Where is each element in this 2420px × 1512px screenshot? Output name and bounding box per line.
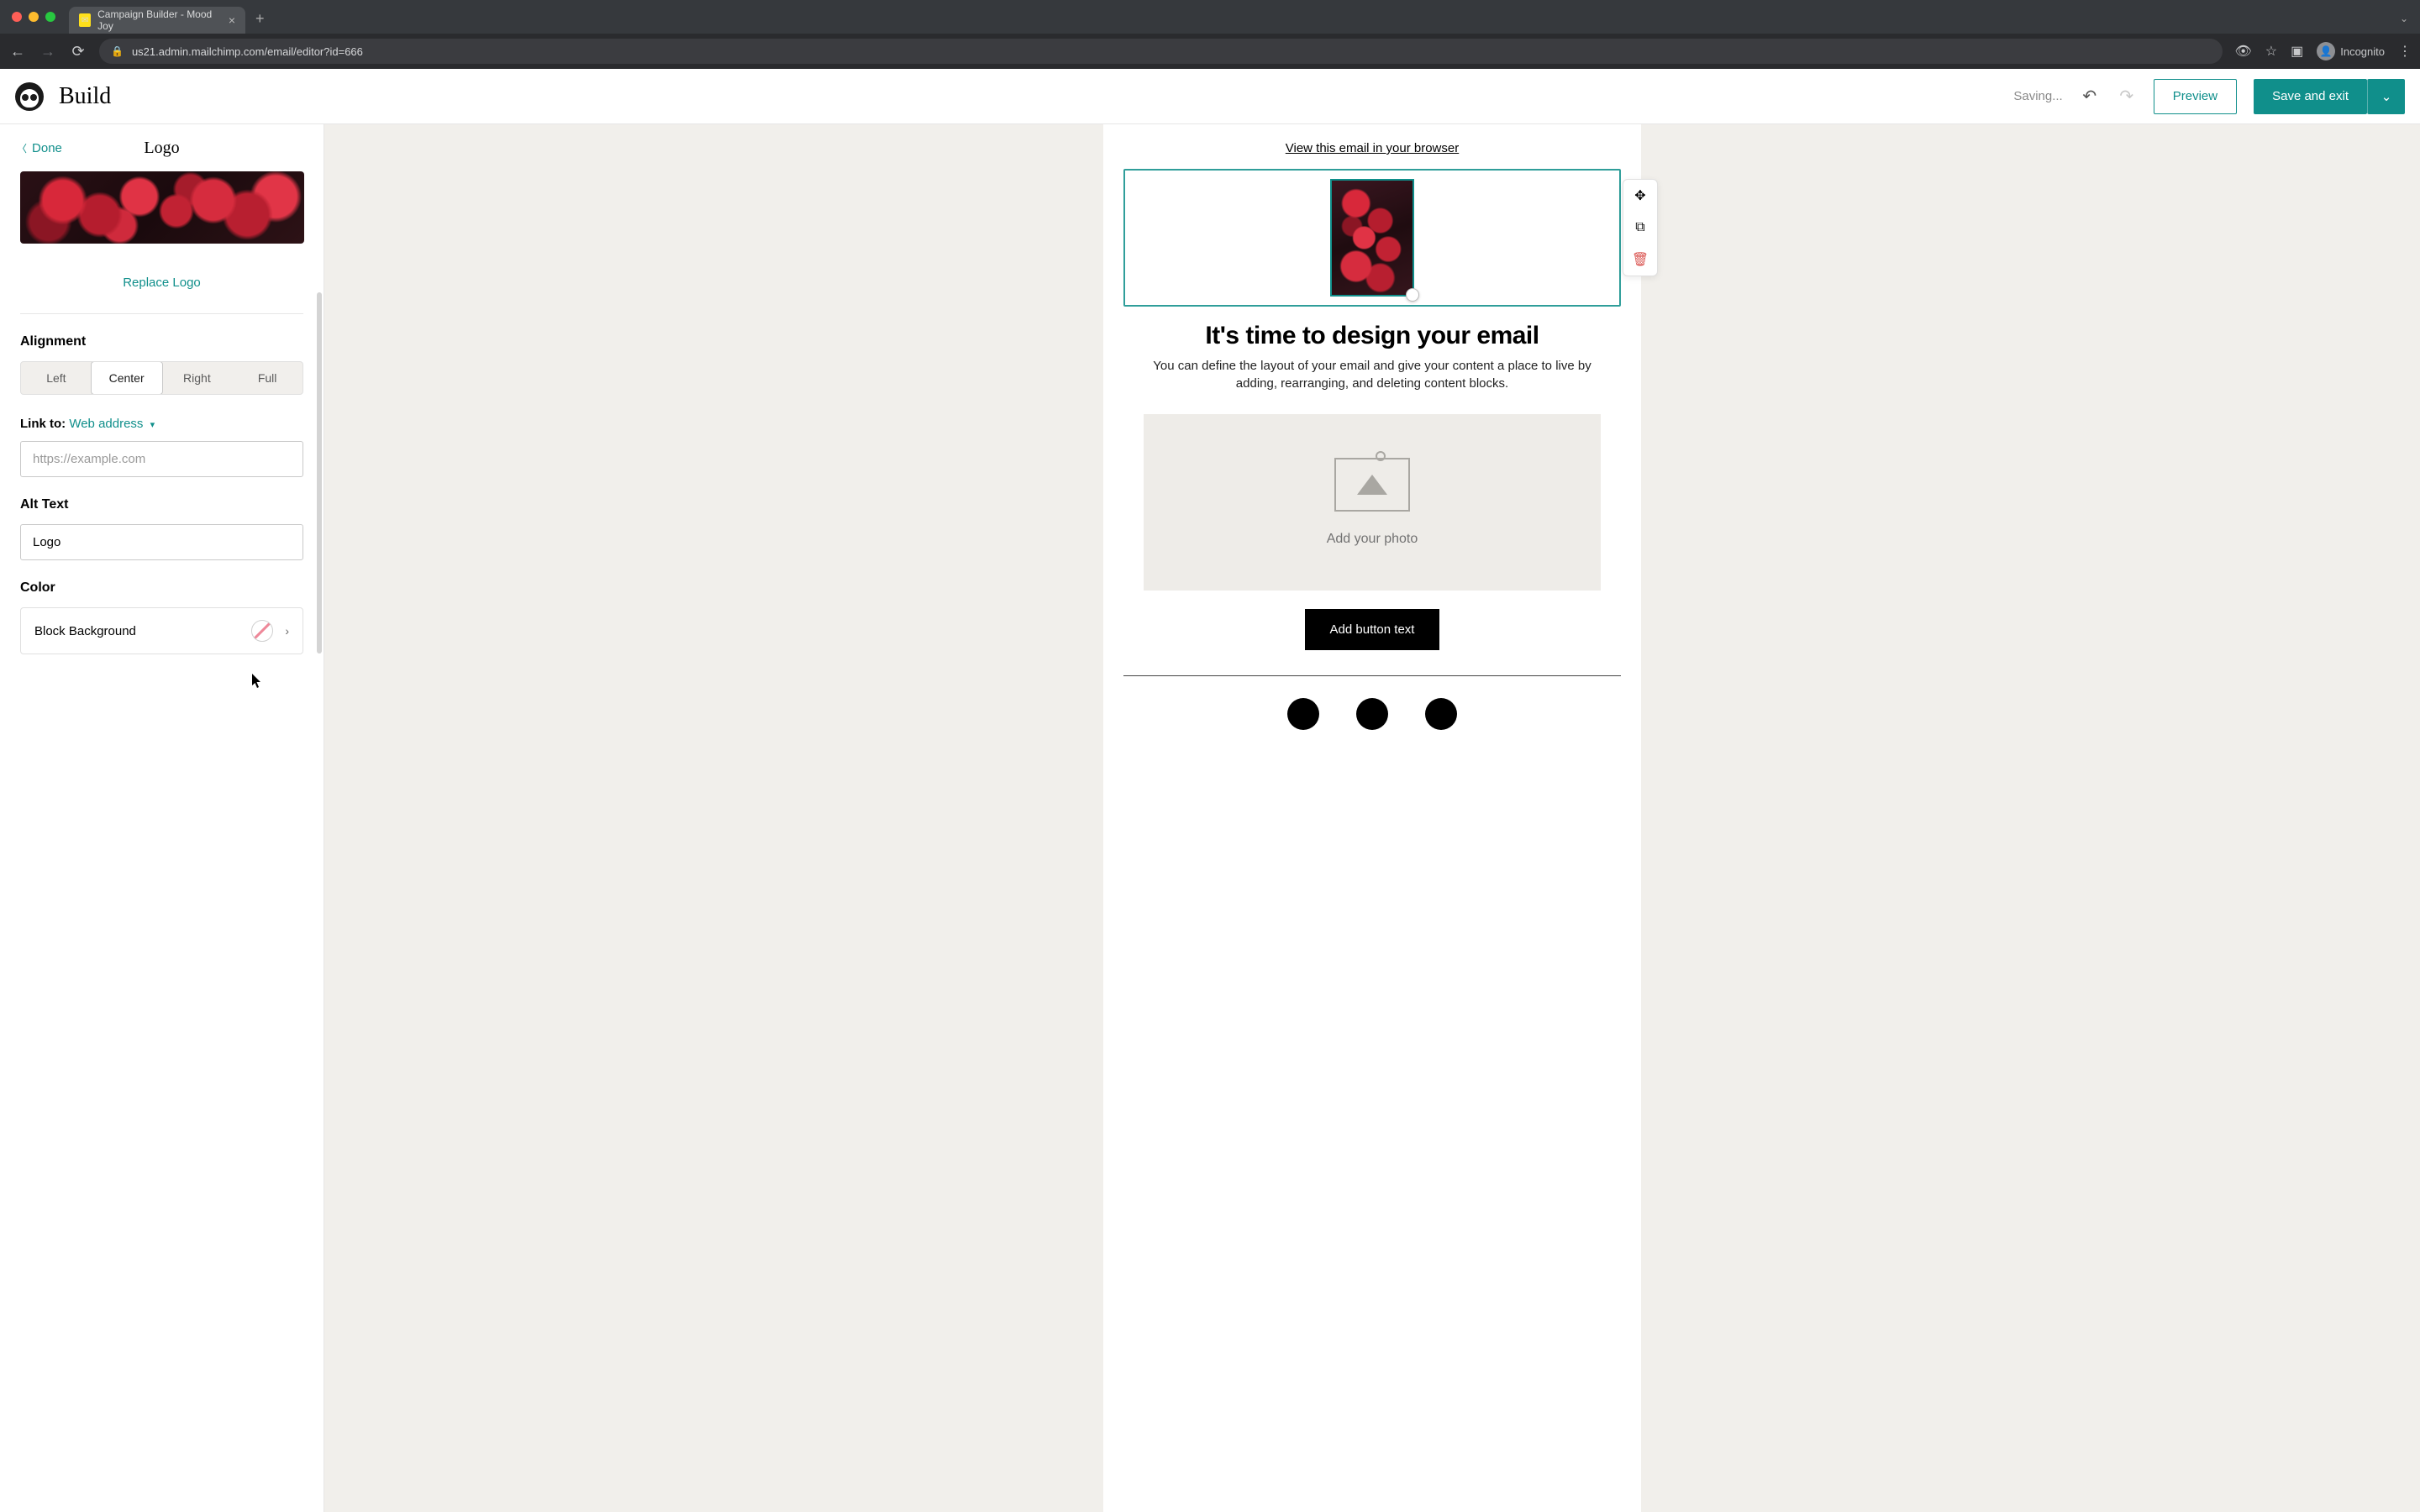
color-swatch-none-icon — [251, 620, 273, 642]
color-label: Color — [20, 580, 303, 596]
redo-button[interactable]: ↷ — [2117, 86, 2137, 107]
email-subhead[interactable]: You can define the layout of your email … — [1145, 357, 1599, 392]
maximize-window-button[interactable] — [45, 12, 55, 22]
flowers-image — [1332, 181, 1413, 295]
delete-block-button[interactable]: 🗑 — [1623, 244, 1657, 276]
duplicate-icon: ⧉ — [1635, 220, 1644, 235]
browser-tab[interactable]: ✉ Campaign Builder - Mood Joy × — [69, 7, 245, 34]
bookmark-icon[interactable]: ☆ — [2265, 43, 2277, 60]
preview-button[interactable]: Preview — [2154, 79, 2237, 114]
url-text: us21.admin.mailchimp.com/email/editor?id… — [132, 45, 363, 58]
scrollbar[interactable] — [317, 292, 322, 654]
facebook-icon[interactable] — [1287, 698, 1319, 730]
url-bar[interactable]: 🔒 us21.admin.mailchimp.com/email/editor?… — [99, 39, 2223, 64]
lock-icon: 🔒 — [111, 45, 124, 57]
logo-image[interactable] — [1330, 179, 1414, 297]
linkto-label: Link to: — [20, 417, 66, 431]
flowers-image — [20, 171, 304, 244]
save-exit-button[interactable]: Save and exit — [2254, 79, 2367, 114]
tabs-chevron-icon[interactable]: ⌄ — [2400, 13, 2408, 24]
mailchimp-logo-icon[interactable] — [15, 82, 44, 111]
trash-icon: 🗑 — [1632, 251, 1649, 268]
alt-text-input[interactable] — [20, 524, 303, 560]
divider — [20, 313, 303, 314]
align-full-option[interactable]: Full — [232, 362, 302, 394]
profile-label: Incognito — [2340, 45, 2385, 58]
editor-sidebar: 〈 Done Logo Replace Logo Alignment Left … — [0, 124, 324, 1512]
logo-thumbnail[interactable] — [20, 171, 304, 244]
app-header: Build Saving... ↶ ↷ Preview Save and exi… — [0, 69, 2420, 124]
chevron-right-icon: › — [285, 624, 289, 638]
tab-favicon: ✉ — [79, 13, 91, 27]
minimize-window-button[interactable] — [29, 12, 39, 22]
email-content: View this email in your browser ✥ ⧉ 🗑 It… — [1103, 124, 1641, 1512]
email-canvas[interactable]: View this email in your browser ✥ ⧉ 🗑 It… — [324, 124, 2420, 1512]
forward-button[interactable]: → — [39, 43, 57, 60]
block-toolbar: ✥ ⧉ 🗑 — [1623, 179, 1658, 276]
done-button[interactable]: 〈 Done — [17, 141, 62, 155]
align-left-option[interactable]: Left — [21, 362, 92, 394]
incognito-icon: 👤 — [2317, 42, 2335, 60]
twitter-icon[interactable] — [1425, 698, 1457, 730]
instagram-icon[interactable] — [1356, 698, 1388, 730]
new-tab-button[interactable]: + — [255, 10, 265, 28]
linkto-value: Web address — [69, 417, 143, 431]
replace-logo-link[interactable]: Replace Logo — [20, 264, 303, 313]
undo-button[interactable]: ↶ — [2080, 86, 2100, 107]
back-button[interactable]: ← — [8, 43, 27, 60]
block-background-row[interactable]: Block Background › — [20, 607, 303, 654]
panel-title: Logo — [144, 139, 179, 158]
chevron-down-icon: ▾ — [150, 420, 155, 430]
page-title: Build — [59, 83, 111, 110]
chevron-down-icon: ⌄ — [2381, 89, 2392, 104]
photo-placeholder-text: Add your photo — [1327, 532, 1418, 547]
extension-icon[interactable]: ▣ — [2291, 43, 2303, 60]
view-in-browser-link[interactable]: View this email in your browser — [1123, 141, 1621, 155]
close-tab-icon[interactable]: × — [229, 13, 235, 27]
align-center-option[interactable]: Center — [91, 361, 163, 395]
save-dropdown-button[interactable]: ⌄ — [2367, 79, 2405, 114]
move-block-button[interactable]: ✥ — [1623, 180, 1657, 212]
window-controls — [12, 12, 55, 22]
color-option-label: Block Background — [34, 624, 136, 638]
alignment-segmented: Left Center Right Full — [20, 361, 303, 395]
social-icons-row — [1123, 698, 1621, 730]
logo-block-selected[interactable]: ✥ ⧉ 🗑 — [1123, 169, 1621, 307]
email-headline[interactable]: It's time to design your email — [1123, 322, 1621, 350]
move-icon: ✥ — [1634, 187, 1645, 204]
alignment-label: Alignment — [20, 334, 303, 349]
resize-handle[interactable] — [1406, 288, 1419, 302]
eye-icon[interactable]: 👁 — [2234, 43, 2251, 60]
photo-placeholder-block[interactable]: Add your photo — [1144, 414, 1601, 591]
reload-button[interactable]: ⟳ — [69, 43, 87, 60]
kebab-menu-icon[interactable]: ⋮ — [2398, 43, 2412, 60]
browser-titlebar: ✉ Campaign Builder - Mood Joy × + ⌄ — [0, 0, 2420, 34]
align-right-option[interactable]: Right — [162, 362, 233, 394]
alt-text-label: Alt Text — [20, 497, 303, 512]
divider[interactable] — [1123, 675, 1621, 676]
image-placeholder-icon — [1334, 458, 1410, 512]
tab-title: Campaign Builder - Mood Joy — [97, 8, 215, 32]
duplicate-block-button[interactable]: ⧉ — [1623, 212, 1657, 244]
cta-button[interactable]: Add button text — [1305, 609, 1440, 650]
save-status: Saving... — [2013, 89, 2062, 103]
profile-chip[interactable]: 👤 Incognito — [2317, 42, 2385, 60]
close-window-button[interactable] — [12, 12, 22, 22]
browser-addressbar: ← → ⟳ 🔒 us21.admin.mailchimp.com/email/e… — [0, 34, 2420, 69]
link-url-input[interactable] — [20, 441, 303, 477]
chevron-left-icon: 〈 — [17, 141, 27, 155]
link-to-row[interactable]: Link to: Web address ▾ — [20, 417, 303, 431]
